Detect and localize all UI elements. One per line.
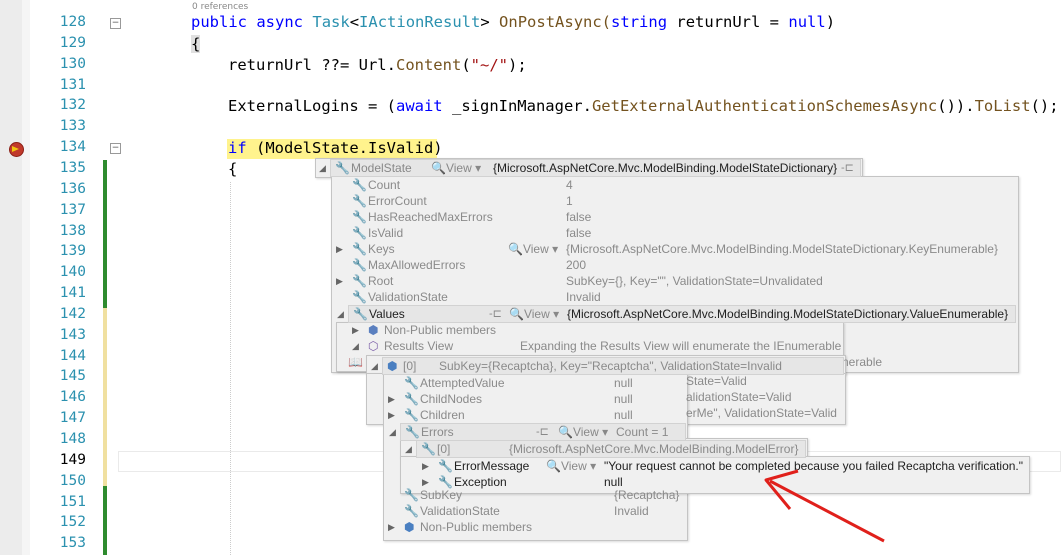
annotation-arrow [764,469,885,543]
